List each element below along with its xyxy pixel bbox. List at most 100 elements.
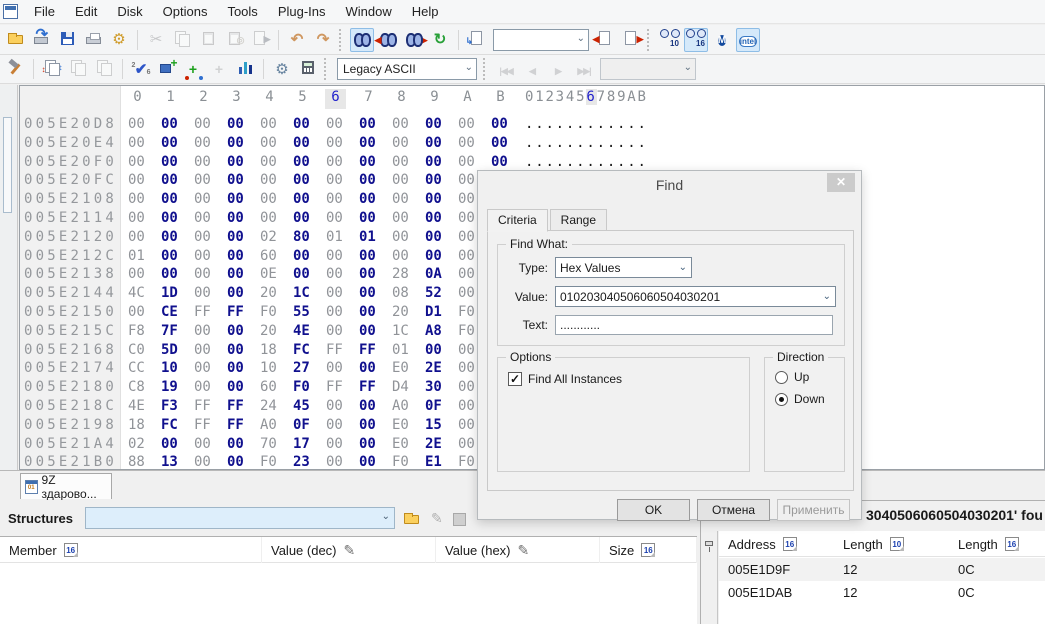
hex-byte[interactable]: 00 <box>359 322 383 341</box>
hex-byte[interactable]: 00 <box>161 265 185 284</box>
hex-byte[interactable]: 00 <box>227 209 251 228</box>
hex-byte[interactable]: 00 <box>359 435 383 454</box>
tab-range[interactable]: Range <box>550 209 607 232</box>
hex-byte[interactable]: F0 <box>260 303 284 322</box>
hex-byte[interactable]: 00 <box>128 228 152 247</box>
hex-row[interactable]: 005E20F0000000000000000000000000........… <box>20 153 1044 172</box>
hex-byte[interactable]: 0F <box>425 397 449 416</box>
hex-byte[interactable]: 00 <box>491 134 515 153</box>
hex-byte[interactable]: 00 <box>227 134 251 153</box>
text-field[interactable]: ............ <box>555 315 833 335</box>
hex-byte[interactable]: 00 <box>227 284 251 303</box>
hex-byte[interactable]: 00 <box>293 153 317 172</box>
charset-combo[interactable]: Legacy ASCII⌄ <box>337 58 477 80</box>
hex-byte[interactable]: 00 <box>260 171 284 190</box>
hex-byte[interactable]: 00 <box>359 359 383 378</box>
open-structure-button[interactable] <box>403 509 423 527</box>
menu-options[interactable]: Options <box>153 1 218 22</box>
hex-byte[interactable]: 01 <box>326 228 350 247</box>
hex-byte[interactable]: 00 <box>359 416 383 435</box>
collapsed-pane-handle[interactable] <box>3 117 12 213</box>
statistics-button[interactable] <box>233 57 257 81</box>
hex-byte[interactable]: 00 <box>326 416 350 435</box>
hex-byte[interactable]: 28 <box>392 265 416 284</box>
members-col-header[interactable]: Member16 <box>0 537 262 563</box>
hex-byte[interactable]: FF <box>326 341 350 360</box>
hex-byte[interactable]: 00 <box>425 209 449 228</box>
hex-byte[interactable]: 00 <box>293 115 317 134</box>
menu-tools[interactable]: Tools <box>217 1 267 22</box>
hex-byte[interactable]: 00 <box>194 209 218 228</box>
hex-view-button[interactable]: 16 <box>684 28 708 52</box>
save-button[interactable] <box>55 28 79 52</box>
preferences-button[interactable]: ⚙ <box>107 28 131 52</box>
hex-byte[interactable]: 88 <box>128 453 152 470</box>
hex-byte[interactable]: 00 <box>392 153 416 172</box>
hex-byte[interactable]: 00 <box>359 209 383 228</box>
hex-byte[interactable]: 2E <box>425 359 449 378</box>
hex-byte[interactable]: 00 <box>128 190 152 209</box>
hex-byte[interactable]: A0 <box>260 416 284 435</box>
hex-byte[interactable]: 4E <box>128 397 152 416</box>
hex-byte[interactable]: 00 <box>359 397 383 416</box>
hex-byte[interactable]: 00 <box>194 322 218 341</box>
hex-byte[interactable]: 00 <box>194 190 218 209</box>
hex-byte[interactable]: 00 <box>392 134 416 153</box>
pin-icon[interactable] <box>705 541 713 546</box>
members-col-header[interactable]: Value (dec)✎ <box>262 537 436 563</box>
hex-byte[interactable]: FF <box>194 397 218 416</box>
hex-byte[interactable]: 20 <box>260 284 284 303</box>
hex-byte[interactable]: 00 <box>326 247 350 266</box>
hex-byte[interactable]: 00 <box>326 435 350 454</box>
hex-byte[interactable]: FC <box>161 416 185 435</box>
hex-byte[interactable]: 18 <box>128 416 152 435</box>
results-col-header[interactable]: Address16 <box>719 531 834 557</box>
ascii-cells[interactable]: ............ <box>525 153 648 172</box>
hex-byte[interactable]: 00 <box>128 171 152 190</box>
hex-byte[interactable]: 00 <box>260 115 284 134</box>
hex-byte[interactable]: E1 <box>425 453 449 470</box>
hex-byte[interactable]: 10 <box>161 359 185 378</box>
find-button[interactable] <box>350 28 374 52</box>
hex-byte[interactable]: 00 <box>458 153 482 172</box>
hex-byte[interactable]: 52 <box>425 284 449 303</box>
hex-byte[interactable]: 00 <box>392 171 416 190</box>
hex-byte[interactable]: E0 <box>392 359 416 378</box>
ok-button[interactable]: OK <box>617 499 690 521</box>
hex-byte[interactable]: 00 <box>194 435 218 454</box>
hex-byte[interactable]: D1 <box>425 303 449 322</box>
hex-row[interactable]: 005E20D8000000000000000000000000........… <box>20 115 1044 134</box>
find-all-instances-checkbox[interactable]: ✓ <box>508 372 522 386</box>
find-next-button[interactable]: ▶ <box>402 28 426 52</box>
hex-byte[interactable]: 60 <box>260 378 284 397</box>
hex-byte[interactable]: 00 <box>425 115 449 134</box>
hex-byte[interactable]: C0 <box>128 341 152 360</box>
print-button[interactable] <box>81 28 105 52</box>
calculator-button[interactable] <box>296 57 320 81</box>
hex-byte[interactable]: 00 <box>128 265 152 284</box>
type-dropdown[interactable]: Hex Values ⌄ <box>555 257 692 278</box>
ascii-cells[interactable]: ............ <box>525 134 648 153</box>
hex-byte[interactable]: 00 <box>161 247 185 266</box>
hex-byte[interactable]: 00 <box>326 359 350 378</box>
hex-byte[interactable]: 00 <box>194 453 218 470</box>
hex-byte[interactable]: 00 <box>425 134 449 153</box>
hex-byte[interactable]: 00 <box>227 171 251 190</box>
close-icon[interactable]: ✕ <box>827 173 855 192</box>
hex-byte[interactable]: 5D <box>161 341 185 360</box>
hex-byte[interactable]: 1D <box>161 284 185 303</box>
hex-byte[interactable]: 00 <box>227 265 251 284</box>
hex-byte[interactable]: 00 <box>392 228 416 247</box>
hex-byte[interactable]: 00 <box>293 265 317 284</box>
hex-byte[interactable]: 00 <box>161 134 185 153</box>
hex-byte[interactable]: 00 <box>458 115 482 134</box>
options-gear-button[interactable]: ⚙ <box>270 57 294 81</box>
hex-byte[interactable]: 00 <box>359 134 383 153</box>
hex-byte[interactable]: 15 <box>425 416 449 435</box>
hex-byte[interactable]: CE <box>161 303 185 322</box>
checksum-button[interactable]: ✔26 <box>129 57 153 81</box>
hex-byte[interactable]: 00 <box>161 115 185 134</box>
hex-byte[interactable]: 00 <box>293 190 317 209</box>
tab-criteria[interactable]: Criteria <box>487 209 548 232</box>
hex-byte[interactable]: 00 <box>326 265 350 284</box>
